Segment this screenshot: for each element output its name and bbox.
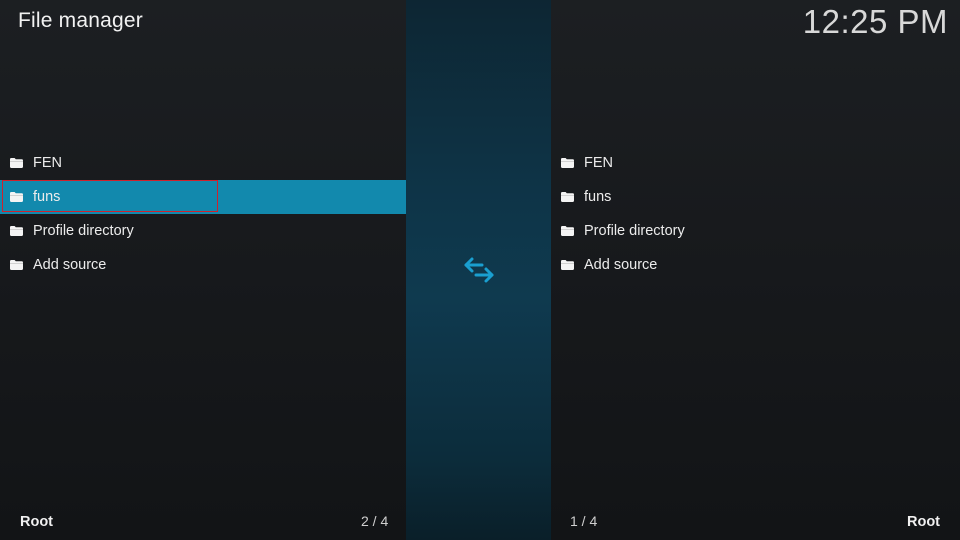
right-list-item-fen[interactable]: FEN bbox=[551, 146, 960, 180]
left-pane: FEN funs Profile directory Add source Ro… bbox=[0, 0, 406, 540]
file-manager-screen: File manager 12:25 PM FEN funs Profile d… bbox=[0, 0, 960, 540]
left-footer-path: Root bbox=[20, 514, 54, 530]
folder-icon bbox=[10, 158, 23, 168]
list-item-label: FEN bbox=[33, 155, 62, 171]
folder-icon bbox=[10, 260, 23, 270]
left-list-item-add-source[interactable]: Add source bbox=[0, 248, 406, 282]
left-file-list: FEN funs Profile directory Add source bbox=[0, 146, 406, 282]
right-footer-count: 1 / 4 bbox=[570, 513, 598, 529]
folder-icon bbox=[561, 226, 574, 236]
right-list-item-add-source[interactable]: Add source bbox=[551, 248, 960, 282]
left-list-item-fen[interactable]: FEN bbox=[0, 146, 406, 180]
folder-icon bbox=[10, 226, 23, 236]
left-list-item-funs[interactable]: funs bbox=[0, 180, 406, 214]
focus-outline bbox=[2, 180, 218, 212]
list-item-label: Add source bbox=[33, 257, 107, 273]
right-file-list: FEN funs Profile directory Add source bbox=[551, 146, 960, 282]
left-list-item-profile-directory[interactable]: Profile directory bbox=[0, 214, 406, 248]
list-item-label: funs bbox=[584, 189, 612, 205]
list-item-label: Profile directory bbox=[33, 223, 134, 239]
right-list-item-profile-directory[interactable]: Profile directory bbox=[551, 214, 960, 248]
list-item-label: Profile directory bbox=[584, 223, 685, 239]
right-list-item-funs[interactable]: funs bbox=[551, 180, 960, 214]
right-pane: FEN funs Profile directory Add source 1 … bbox=[551, 0, 960, 540]
list-item-label: FEN bbox=[584, 155, 613, 171]
folder-icon bbox=[561, 260, 574, 270]
swap-arrows-icon[interactable] bbox=[462, 254, 496, 286]
folder-icon bbox=[561, 192, 574, 202]
right-footer-path: Root bbox=[906, 514, 940, 530]
left-footer-count: 2 / 4 bbox=[361, 513, 389, 529]
folder-icon bbox=[561, 158, 574, 168]
list-item-label: Add source bbox=[584, 257, 658, 273]
center-divider bbox=[406, 0, 551, 540]
